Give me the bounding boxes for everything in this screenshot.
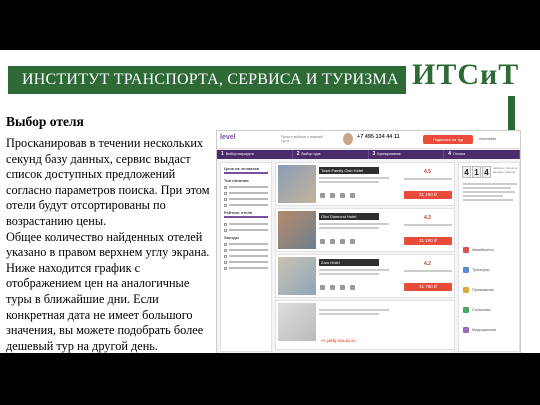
summary-panel: 4 1 4 найдено туров по вашему запросу Ав… <box>458 162 520 352</box>
hotel-info-line <box>319 181 379 183</box>
hotel-info-line <box>319 227 379 229</box>
medical-icon <box>463 327 469 333</box>
info-line <box>463 183 517 185</box>
rating-slider[interactable] <box>224 216 268 218</box>
hotel-icon <box>463 287 469 293</box>
booking-steps: 1 Выбор маршрута 2 Выбор тура 3 Бронировани… <box>217 150 520 159</box>
hotel-info-line <box>319 313 379 315</box>
service-item[interactable]: Проживание <box>463 287 494 293</box>
hotel-price-button[interactable]: 31 190 ₽ <box>404 191 452 199</box>
filter-option[interactable] <box>224 260 268 264</box>
info-line <box>463 187 511 189</box>
service-item[interactable]: Авиабилеты <box>463 247 494 253</box>
filter-option[interactable] <box>224 228 268 232</box>
hotel-rating: 4.3 <box>424 215 431 221</box>
counter-digit: 4 <box>462 166 471 178</box>
hotel-info-line <box>319 269 389 271</box>
hotel-price-note <box>404 178 452 180</box>
filter-panel: Цена на человека Тип питания Рейтинг оте… <box>220 162 272 352</box>
hotel-name[interactable]: Zoro Hotel <box>319 259 379 266</box>
step-1[interactable]: 1 Выбор маршрута <box>217 150 293 159</box>
filter-option[interactable] <box>224 222 268 226</box>
hotel-photo[interactable] <box>278 165 316 203</box>
info-line <box>463 199 513 201</box>
filter-option[interactable] <box>224 242 268 246</box>
shield-icon <box>463 307 469 313</box>
logo-text: ИТСиТ <box>412 58 520 91</box>
counter-digit: 4 <box>482 166 491 178</box>
site-phone: +7 495 134 44 11 <box>357 134 400 140</box>
stars-filter-title: Звезды <box>224 235 240 240</box>
hotel-card[interactable]: Olivi Diamond Hotel 4.3 31 190 ₽ <box>275 208 455 252</box>
amenity-icons <box>320 193 355 198</box>
step-2[interactable]: 2 Выбор тура <box>293 150 369 159</box>
found-counter: 4 1 4 <box>462 166 491 178</box>
service-item[interactable]: Страховка <box>463 307 491 313</box>
website-screenshot: level Просто выбери и покупай тур в ... … <box>216 130 521 353</box>
step-3[interactable]: 3 Бронирование <box>369 150 445 159</box>
subscribe-button[interactable]: Подписка на тур <box>423 135 473 144</box>
paragraph-2: Общее количество найденных отелей указан… <box>6 229 210 353</box>
info-line <box>463 191 515 193</box>
filter-option[interactable] <box>224 248 268 252</box>
institute-logo: ИТСиТ <box>412 58 522 102</box>
hotel-price-note <box>404 224 452 226</box>
hotel-photo[interactable] <box>278 303 316 341</box>
step-4[interactable]: 4 Оплата <box>444 150 520 159</box>
user-menu[interactable]: vkontakte <box>479 136 496 141</box>
site-header: level Просто выбери и покупай тур в ... … <box>217 131 520 149</box>
filter-option[interactable] <box>224 197 268 201</box>
hotel-name[interactable]: Tosei Family Club Hotel <box>319 167 379 174</box>
hotel-card[interactable]: Tosei Family Club Hotel 4.5 31 190 ₽ <box>275 162 455 206</box>
hotel-list: Tosei Family Club Hotel 4.5 31 190 ₽ Oli… <box>275 162 455 352</box>
site-tagline: Просто выбери и покупай тур в ... <box>281 135 323 143</box>
plane-icon <box>463 247 469 253</box>
filter-option[interactable] <box>224 191 268 195</box>
hotel-rating: 4.2 <box>424 261 431 267</box>
body-text: Просканировав в течении нескольких секун… <box>6 136 211 353</box>
hotel-price-note <box>404 270 452 272</box>
header-title: ИНСТИТУТ ТРАНСПОРТА, СЕРВИСА И ТУРИЗМА <box>8 66 406 94</box>
meal-filter-title: Тип питания <box>224 178 249 183</box>
hotel-photo[interactable] <box>278 257 316 295</box>
hotel-price-button[interactable]: 31 790 ₽ <box>404 283 452 291</box>
price-filter-title: Цена на человека <box>224 166 260 171</box>
filter-option[interactable] <box>224 254 268 258</box>
service-item[interactable]: Медицинская <box>463 327 496 333</box>
filter-option[interactable] <box>224 185 268 189</box>
hotel-name[interactable]: Olivi Diamond Hotel <box>319 213 379 220</box>
paragraph-1: Просканировав в течении нескольких секун… <box>6 136 210 228</box>
footer-phone: +7 (495) 134-44-11 <box>319 337 379 344</box>
hotel-price-button[interactable]: 31 190 ₽ <box>404 237 452 245</box>
section-title: Выбор отеля <box>6 114 84 129</box>
service-item[interactable]: Трансфер <box>463 267 490 273</box>
info-line <box>463 195 503 197</box>
car-icon <box>463 267 469 273</box>
price-slider[interactable] <box>224 172 268 174</box>
counter-digit: 1 <box>472 166 481 178</box>
hotel-info-line <box>319 273 379 275</box>
hotel-info-line <box>319 223 389 225</box>
rating-filter-title: Рейтинг отеля <box>224 210 253 215</box>
filter-option[interactable] <box>224 266 268 270</box>
hotel-photo[interactable] <box>278 211 316 249</box>
amenity-icons <box>320 285 355 290</box>
avatar <box>343 133 353 145</box>
filter-option[interactable] <box>224 203 268 207</box>
counter-label: найдено туров по вашему запросу <box>493 166 518 174</box>
hotel-info-line <box>319 309 389 311</box>
hotel-card[interactable]: +7 (495) 134-44-11 <box>275 300 455 350</box>
presentation-slide: ИНСТИТУТ ТРАНСПОРТА, СЕРВИСА И ТУРИЗМА И… <box>0 50 540 353</box>
hotel-card[interactable]: Zoro Hotel 4.2 31 790 ₽ <box>275 254 455 298</box>
hotel-info-line <box>319 177 389 179</box>
hotel-rating: 4.5 <box>424 169 431 175</box>
site-logo[interactable]: level <box>220 134 236 141</box>
amenity-icons <box>320 239 355 244</box>
